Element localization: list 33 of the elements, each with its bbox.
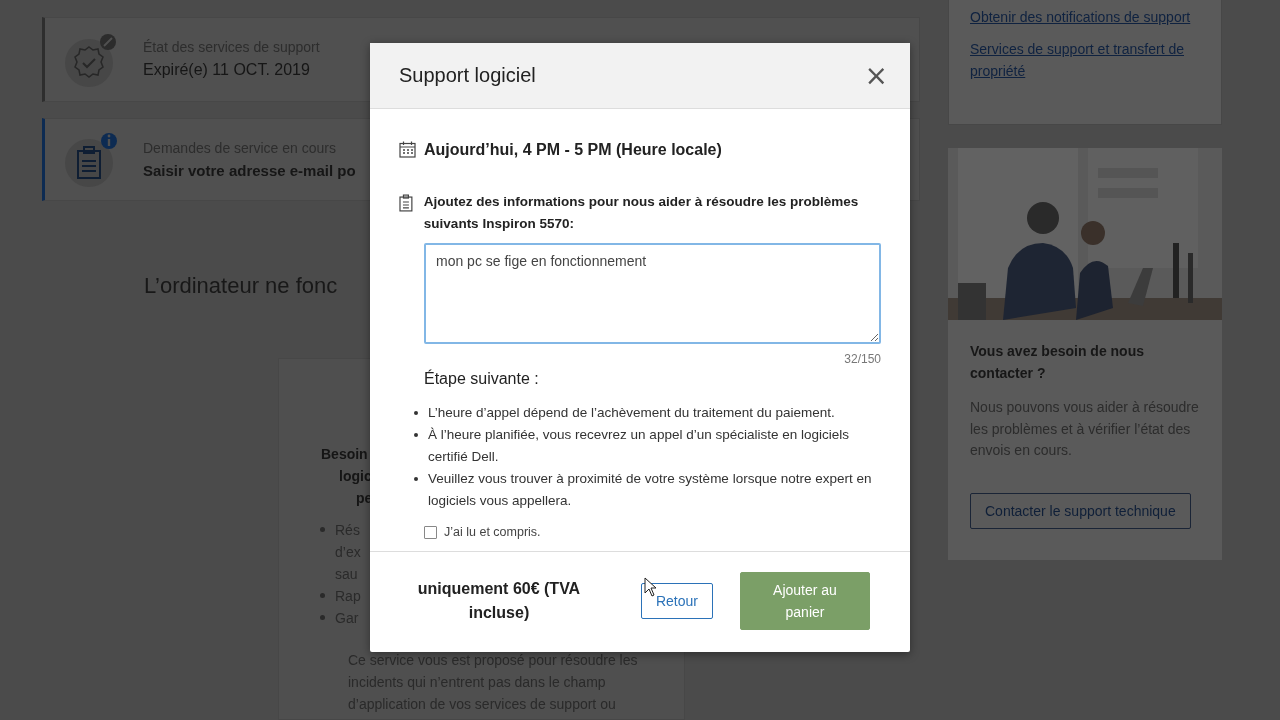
prompt-text: Ajoutez des informations pour nous aider à résoudre les problèmes suivants Inspiron 5570: [423, 193, 860, 233]
bullet-icon [320, 527, 325, 533]
offer-title-line: Besoin [321, 444, 368, 464]
checkbox[interactable] [424, 525, 437, 539]
status-value: Saisir votre adresse e-mail po [143, 161, 356, 179]
support-link[interactable]: Services de support et transfert de propriété [970, 38, 1201, 82]
clipboard-icon [63, 131, 119, 188]
close-button[interactable]: × [864, 61, 888, 90]
price-text: uniquement 60€ (TVA incluse) [416, 579, 582, 623]
bullet-icon [320, 615, 325, 621]
step-text: Veuillez vous trouver à proximité de votre système lorsque notre expert en logiciels vous appellera. [428, 470, 873, 510]
next-step-heading: Étape suivante : [424, 370, 540, 388]
back-button[interactable]: Retour [640, 583, 713, 619]
badge-check-icon [63, 31, 119, 88]
contact-support-button[interactable]: Contacter le support technique [970, 492, 1191, 529]
bullet-icon [414, 433, 418, 437]
mouse-cursor-icon [644, 577, 657, 597]
step-text: À l’heure planifiée, vous recevrez un appel d’un spécialiste en logiciels certifié Dell. [428, 426, 850, 466]
bullet-icon [414, 411, 418, 415]
schedule-text: Aujourd’hui, 4 PM - 5 PM (Heure locale) [424, 141, 722, 159]
support-link[interactable]: Obtenir des notifications de support [970, 6, 1201, 28]
contact-title: Vous avez besoin de nous contacter ? [970, 342, 1145, 383]
dialog-title: Support logiciel [399, 64, 536, 87]
bullet-icon [320, 593, 325, 599]
clipboard-icon [399, 194, 413, 212]
description-field[interactable]: mon pc se fige en fonctionnement [424, 243, 881, 344]
character-counter: 32/150 [843, 352, 881, 366]
step-text: L’heure d’appel dépend de l’achèvement du traitement du paiement. [428, 404, 835, 422]
checkbox-label: J’ai lu et compris. [444, 525, 541, 539]
status-value: Expiré(e) 11 OCT. 2019 [143, 61, 311, 80]
calendar-icon [399, 141, 416, 158]
offer-title-line: logic [339, 466, 372, 486]
bullet-icon [414, 477, 418, 481]
